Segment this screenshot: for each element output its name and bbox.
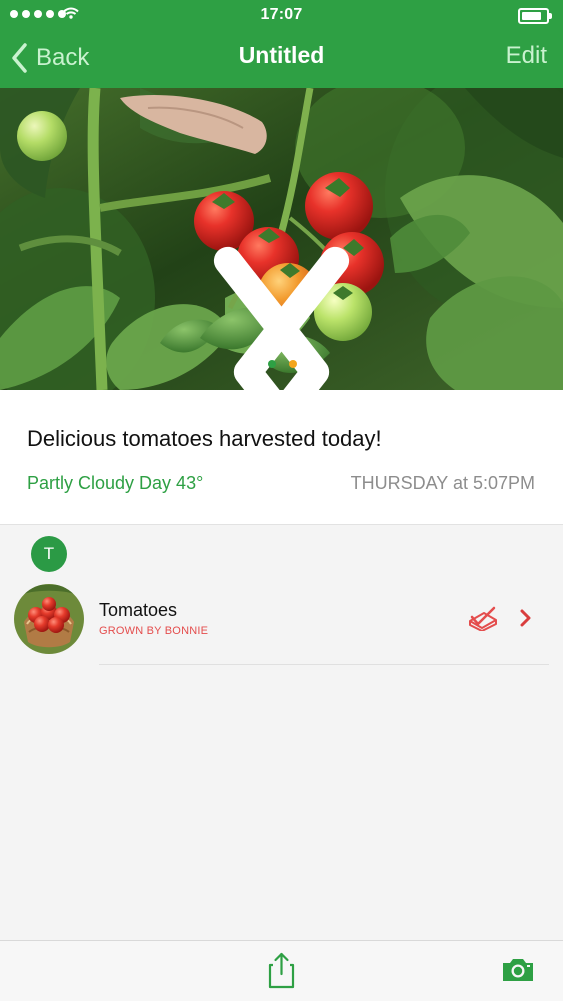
battery-icon <box>518 8 552 24</box>
plant-grower: GROWN BY BONNIE <box>99 625 209 637</box>
post-summary: Delicious tomatoes harvested today! Part… <box>0 390 563 525</box>
status-time: 17:07 <box>260 6 303 23</box>
plant-name: Tomatoes <box>99 600 178 620</box>
page-dot <box>268 360 276 368</box>
page-title: Untitled <box>238 42 325 68</box>
carousel-page-indicator <box>268 360 297 368</box>
row-divider <box>99 664 549 665</box>
post-timestamp: THURSDAY at 5:07PM <box>350 473 535 493</box>
share-icon[interactable] <box>268 951 295 989</box>
hero-photo-carousel[interactable] <box>0 88 563 390</box>
page-dot <box>289 360 297 368</box>
bottom-toolbar <box>0 940 563 1001</box>
navigation-bar: Back Untitled Edit <box>0 30 563 88</box>
status-bar: 17:07 <box>0 0 563 30</box>
camera-icon[interactable] <box>500 956 536 983</box>
edit-button[interactable]: Edit <box>506 42 547 70</box>
post-caption: Delicious tomatoes harvested today! <box>27 426 382 451</box>
tomato-thumbnail <box>14 584 84 654</box>
avatar[interactable]: T <box>31 536 67 572</box>
top-bar: 17:07 Back Untitled Edit <box>0 0 563 88</box>
weather-label: Partly Cloudy Day 43° <box>27 473 204 493</box>
chevron-right-icon[interactable] <box>519 609 532 627</box>
plant-list-item[interactable]: Tomatoes GROWN BY BONNIE <box>14 582 549 665</box>
harvest-check-icon[interactable] <box>466 603 500 631</box>
